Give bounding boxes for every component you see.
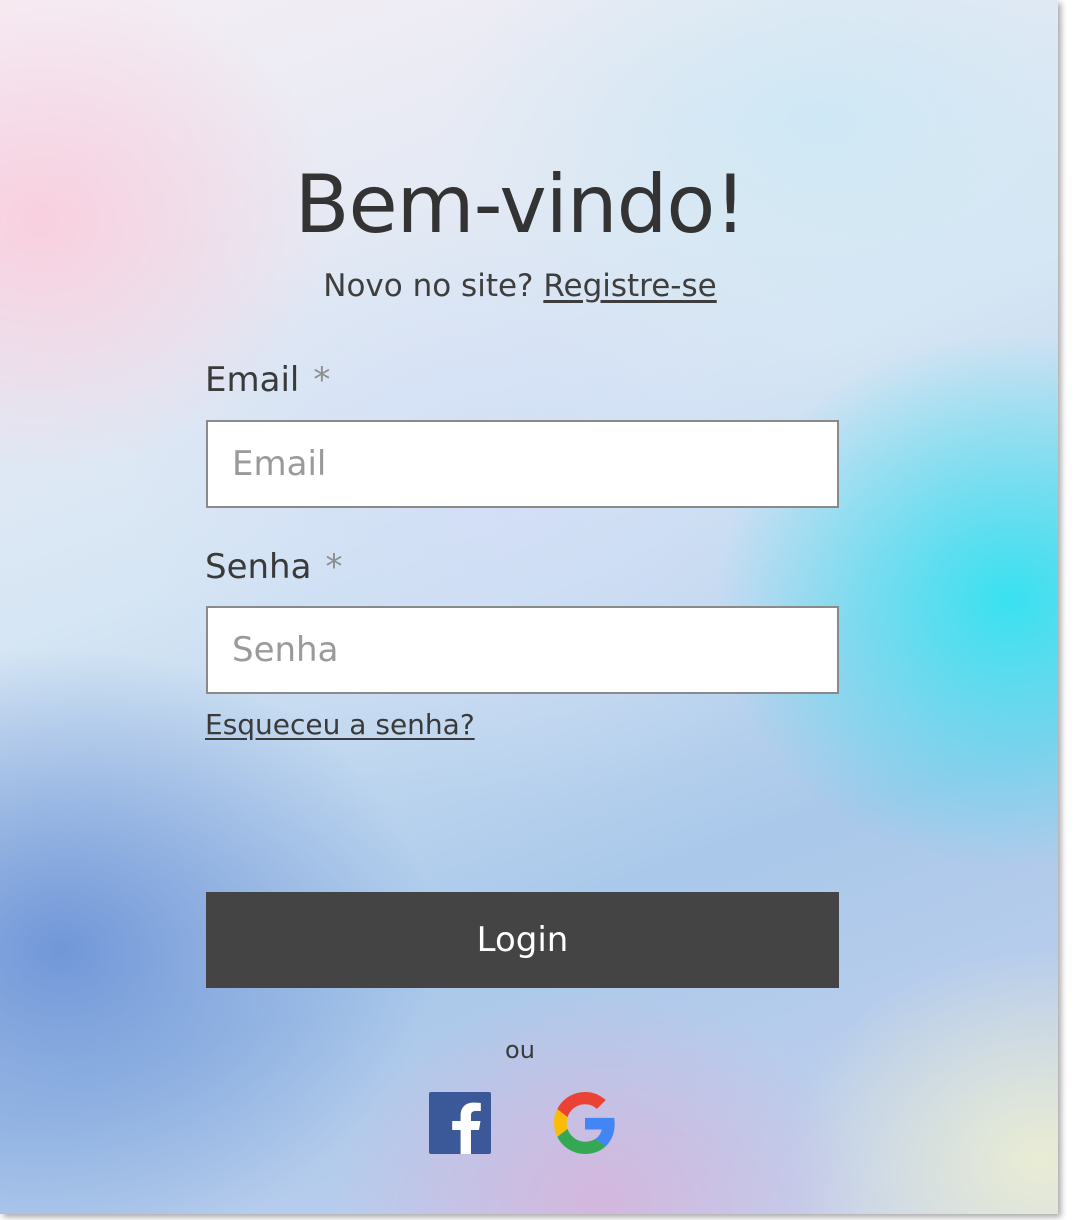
- google-icon: [554, 1092, 615, 1154]
- login-button[interactable]: Login: [206, 892, 839, 988]
- signup-prompt-text: Novo no site?: [323, 268, 534, 304]
- password-label-text: Senha: [205, 547, 312, 587]
- email-label-text: Email: [205, 360, 300, 400]
- email-input[interactable]: [206, 420, 839, 508]
- divider-text: ou: [505, 1036, 535, 1064]
- google-login-button[interactable]: [554, 1092, 616, 1154]
- facebook-icon: [429, 1092, 491, 1154]
- login-panel: Bem-vindo! Novo no site? Registre-se Ema…: [0, 0, 1058, 1214]
- password-input[interactable]: [206, 606, 839, 694]
- signup-prompt: Novo no site? Registre-se: [0, 268, 1040, 304]
- page-title: Bem-vindo!: [294, 158, 747, 251]
- facebook-login-button[interactable]: [429, 1092, 491, 1154]
- password-required-mark: *: [325, 547, 343, 587]
- forgot-password-link[interactable]: Esqueceu a senha?: [205, 708, 475, 741]
- email-required-mark: *: [313, 360, 331, 400]
- email-label: Email *: [205, 360, 330, 400]
- register-link[interactable]: Registre-se: [543, 268, 716, 304]
- password-label: Senha *: [205, 547, 342, 587]
